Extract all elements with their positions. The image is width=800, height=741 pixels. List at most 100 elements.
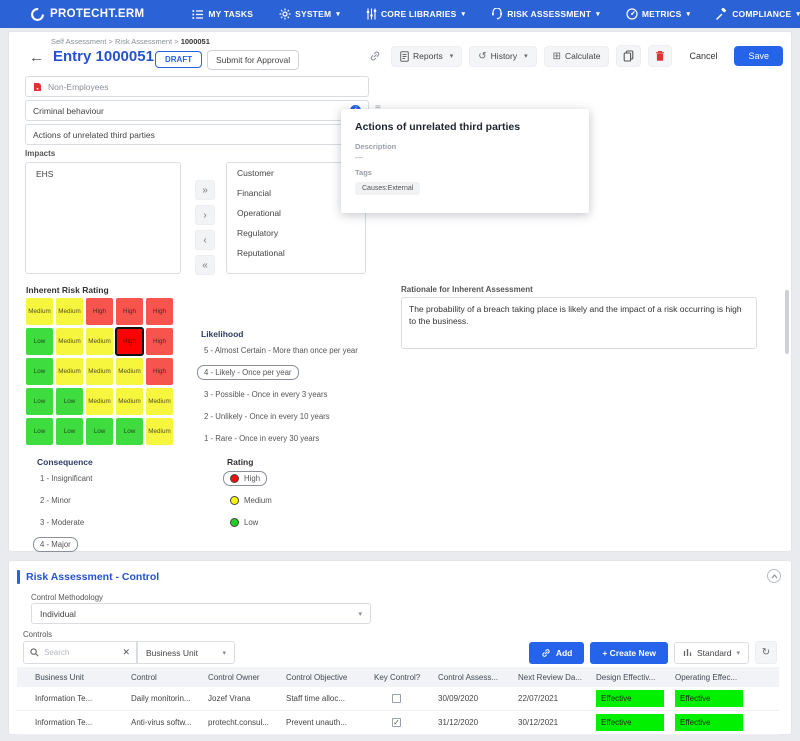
copy-icon <box>623 50 634 62</box>
business-unit-filter-select[interactable]: Business Unit ▾ <box>137 641 235 664</box>
matrix-cell-high[interactable]: High <box>116 328 143 355</box>
copy-button[interactable] <box>616 45 641 67</box>
cell-control-owner: Jozef Vrana <box>208 694 286 703</box>
matrix-cell-low[interactable]: Low <box>86 418 113 445</box>
matrix-cell-medium[interactable]: Medium <box>86 388 113 415</box>
clear-search-icon[interactable]: ✕ <box>122 647 130 658</box>
impact-selected-item[interactable]: EHS <box>26 163 180 179</box>
matrix-cell-high[interactable]: High <box>146 358 173 385</box>
matrix-cell-medium[interactable]: Medium <box>146 388 173 415</box>
nav-item-risk-assessment[interactable]: RISK ASSESSMENT▾ <box>491 8 600 20</box>
matrix-cell-low[interactable]: Low <box>26 358 53 385</box>
likelihood-option[interactable]: 5 - Almost Certain - More than once per … <box>197 343 365 358</box>
matrix-cell-low[interactable]: Low <box>26 328 53 355</box>
matrix-cell-medium[interactable]: Medium <box>86 328 113 355</box>
likelihood-options: 5 - Almost Certain - More than once per … <box>197 343 365 453</box>
matrix-cell-low[interactable]: Low <box>116 418 143 445</box>
search-input[interactable] <box>44 648 102 657</box>
matrix-cell-high[interactable]: High <box>86 298 113 325</box>
likelihood-option[interactable]: 4 - Likely - Once per year <box>197 365 299 380</box>
brand-logo[interactable]: PROTECHT.ERM <box>30 7 144 22</box>
controls-table: Business UnitControlControl OwnerControl… <box>17 667 779 735</box>
rating-option-low[interactable]: Low <box>223 515 265 530</box>
control-methodology-select[interactable]: Individual ▾ <box>31 603 371 624</box>
column-header[interactable]: Next Review Da... <box>518 673 596 682</box>
tooltip-tags-label: Tags <box>355 168 575 177</box>
history-button[interactable]: ↺ History ▾ <box>469 46 536 67</box>
nav-item-compliance[interactable]: COMPLIANCE▾ <box>716 8 800 20</box>
matrix-cell-medium[interactable]: Medium <box>56 328 83 355</box>
matrix-cell-medium[interactable]: Medium <box>26 298 53 325</box>
matrix-cell-medium[interactable]: Medium <box>56 298 83 325</box>
create-new-button[interactable]: + Create New <box>590 642 668 664</box>
matrix-cell-low[interactable]: Low <box>56 418 83 445</box>
rationale-textarea[interactable]: The probability of a breach taking place… <box>401 297 757 349</box>
key-control-checkbox[interactable]: ✓ <box>392 718 401 727</box>
nav-item-core-libraries[interactable]: CORE LIBRARIES▾ <box>366 8 465 20</box>
column-header[interactable]: Business Unit <box>35 673 131 682</box>
impact-available-item[interactable]: Regulatory <box>227 223 365 243</box>
consequence-option[interactable]: 1 - Insignificant <box>33 471 99 486</box>
matrix-cell-high[interactable]: High <box>146 328 173 355</box>
chevron-down-icon: ▾ <box>222 649 226 657</box>
move-all-left-icon[interactable]: « <box>195 255 215 275</box>
page-title: Entry 1000051 <box>53 48 154 65</box>
operating-effective-badge: Effective <box>675 690 743 707</box>
matrix-cell-medium[interactable]: Medium <box>56 358 83 385</box>
submit-for-approval-button[interactable]: Submit for Approval <box>207 50 299 70</box>
likelihood-option[interactable]: 2 - Unlikely - Once in every 10 years <box>197 409 337 424</box>
likelihood-option[interactable]: 1 - Rare - Once in every 30 years <box>197 431 326 446</box>
impact-available-item[interactable]: Reputational <box>227 243 365 263</box>
link-icon[interactable] <box>369 50 381 62</box>
nav-item-my-tasks[interactable]: MY TASKS <box>192 9 253 20</box>
delete-button[interactable] <box>648 45 672 67</box>
matrix-cell-medium[interactable]: Medium <box>116 388 143 415</box>
view-select[interactable]: Standard ▾ <box>674 642 749 664</box>
consequence-option[interactable]: 2 - Minor <box>33 493 78 508</box>
nav-item-metrics[interactable]: METRICS▾ <box>626 8 690 20</box>
column-header[interactable]: Control Objective <box>286 673 374 682</box>
cancel-button[interactable]: Cancel <box>689 51 717 61</box>
risk-category-field[interactable]: Non-Employees <box>25 76 369 97</box>
refresh-icon[interactable]: ↻ <box>755 641 777 664</box>
risk-field[interactable]: Criminal behaviour i <box>25 100 369 121</box>
cause-field[interactable]: Actions of unrelated third parties <box>25 124 369 145</box>
scrollbar-thumb[interactable] <box>785 290 789 354</box>
add-button[interactable]: Add <box>529 642 585 664</box>
likelihood-option[interactable]: 3 - Possible - Once in every 3 years <box>197 387 335 402</box>
column-header[interactable]: Design Effectiv... <box>596 673 675 682</box>
consequence-option[interactable]: 4 - Major <box>33 537 78 552</box>
rating-dot-high <box>230 474 239 483</box>
nav-item-system[interactable]: SYSTEM▾ <box>279 8 340 20</box>
move-all-right-icon[interactable]: » <box>195 180 215 200</box>
table-row[interactable]: Information Te...Daily monitorin...Jozef… <box>17 687 779 711</box>
move-left-icon[interactable]: ‹ <box>195 230 215 250</box>
column-header[interactable]: Control <box>131 673 208 682</box>
matrix-cell-low[interactable]: Low <box>26 418 53 445</box>
rating-option-high[interactable]: High <box>223 471 267 486</box>
column-header[interactable]: Control Owner <box>208 673 286 682</box>
consequence-option[interactable]: 3 - Moderate <box>33 515 91 530</box>
rating-option-medium[interactable]: Medium <box>223 493 279 508</box>
breadcrumb-risk-assessment[interactable]: Risk Assessment <box>115 37 172 46</box>
calculate-button[interactable]: ⊞ Calculate <box>544 46 610 67</box>
table-row[interactable]: Information Te...Anti-virus softw...prot… <box>17 711 779 735</box>
move-right-icon[interactable]: › <box>195 205 215 225</box>
matrix-cell-medium[interactable]: Medium <box>116 358 143 385</box>
back-button[interactable]: ← <box>29 49 44 66</box>
matrix-cell-high[interactable]: High <box>116 298 143 325</box>
collapse-section-icon[interactable] <box>767 569 781 583</box>
matrix-cell-low[interactable]: Low <box>56 388 83 415</box>
key-control-checkbox[interactable] <box>392 694 401 703</box>
reports-button[interactable]: Reports ▾ <box>391 46 462 67</box>
breadcrumb[interactable]: Self Assessment > Risk Assessment > 1000… <box>51 37 210 46</box>
save-button[interactable]: Save <box>734 46 783 66</box>
breadcrumb-self-assessment[interactable]: Self Assessment <box>51 37 106 46</box>
column-header[interactable]: Operating Effec... <box>675 673 779 682</box>
matrix-cell-low[interactable]: Low <box>26 388 53 415</box>
matrix-cell-medium[interactable]: Medium <box>146 418 173 445</box>
matrix-cell-high[interactable]: High <box>146 298 173 325</box>
column-header[interactable]: Control Assess... <box>438 673 518 682</box>
matrix-cell-medium[interactable]: Medium <box>86 358 113 385</box>
column-header[interactable]: Key Control? <box>374 673 438 682</box>
